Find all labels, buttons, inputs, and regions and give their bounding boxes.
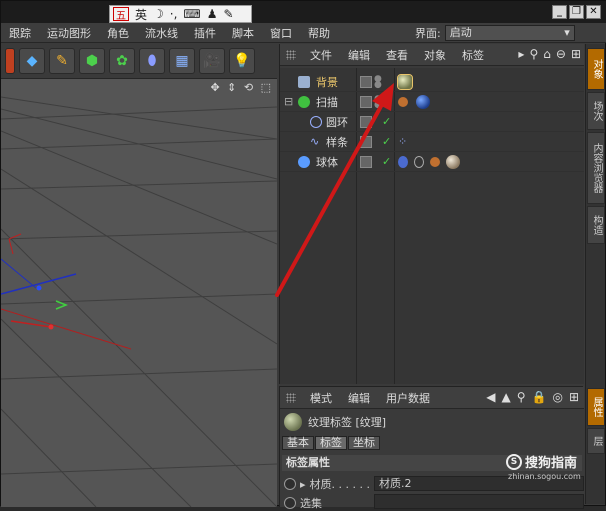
watermark-text: 搜狗指南 <box>525 456 578 471</box>
search-icon[interactable]: ⚲ <box>517 390 526 404</box>
target-icon[interactable]: ◎ <box>552 390 562 404</box>
back-arrow-icon[interactable]: ◀ <box>486 390 495 404</box>
menu-item[interactable]: 模式 <box>302 390 340 406</box>
attribute-title-text: 纹理标签 [纹理] <box>308 416 387 429</box>
tab-objects[interactable]: 对象 <box>587 48 605 90</box>
tab-attributes[interactable]: 属性 <box>587 388 605 426</box>
animate-radio[interactable] <box>284 478 296 490</box>
menu-item[interactable]: 编辑 <box>340 390 378 406</box>
property-label: 选集 <box>300 497 322 510</box>
menu-item[interactable]: 用户数据 <box>378 390 438 406</box>
panel-grip-icon[interactable] <box>286 392 296 403</box>
new-window-icon[interactable]: ⊞ <box>569 390 579 404</box>
attribute-manager: 模式 编辑 用户数据 ◀ ▲ ⚲ 🔒 ◎ ⊞ 纹理标签 [纹理] 基本 标签 坐… <box>279 386 584 510</box>
tab-coordinates[interactable]: 坐标 <box>348 436 380 450</box>
animate-radio[interactable] <box>284 497 296 509</box>
cinema4d-window: 五 英 ☽ ·, ⌨ ♟ ✎ _ ❐ ✕ 跟踪 运动图形 角色 流水线 插件 脚… <box>0 0 606 510</box>
tab-content-browser[interactable]: 内容浏览器 <box>587 132 605 204</box>
tab-tag[interactable]: 标签 <box>315 436 347 450</box>
selection-field[interactable] <box>374 494 584 509</box>
watermark-url: zhinan.sogou.com <box>508 472 581 481</box>
tab-structure[interactable]: 构造 <box>587 206 605 244</box>
tab-takes[interactable]: 场次 <box>587 92 605 130</box>
tab-layers[interactable]: 层 <box>587 428 605 454</box>
attribute-manager-tools: ◀ ▲ ⚲ 🔒 ◎ ⊞ <box>486 390 579 404</box>
material-property: ▸ 材质. . . . . . <box>284 476 370 492</box>
tab-basic[interactable]: 基本 <box>282 436 314 450</box>
texture-tag-icon <box>284 413 302 431</box>
property-label: 材质. . . . . . <box>309 478 370 491</box>
selection-property: 选集 <box>284 495 322 511</box>
attribute-tabs: 基本 标签 坐标 <box>282 436 380 450</box>
sogou-logo-icon: S <box>506 453 522 470</box>
attribute-title: 纹理标签 [纹理] <box>284 413 386 431</box>
watermark: S 搜狗指南 <box>506 452 577 471</box>
up-arrow-icon[interactable]: ▲ <box>501 390 510 404</box>
lock-icon[interactable]: 🔒 <box>532 390 547 404</box>
right-tab-strip: 对象 场次 内容浏览器 构造 属性 层 <box>585 44 605 504</box>
expand-icon[interactable]: ▸ <box>300 478 306 491</box>
